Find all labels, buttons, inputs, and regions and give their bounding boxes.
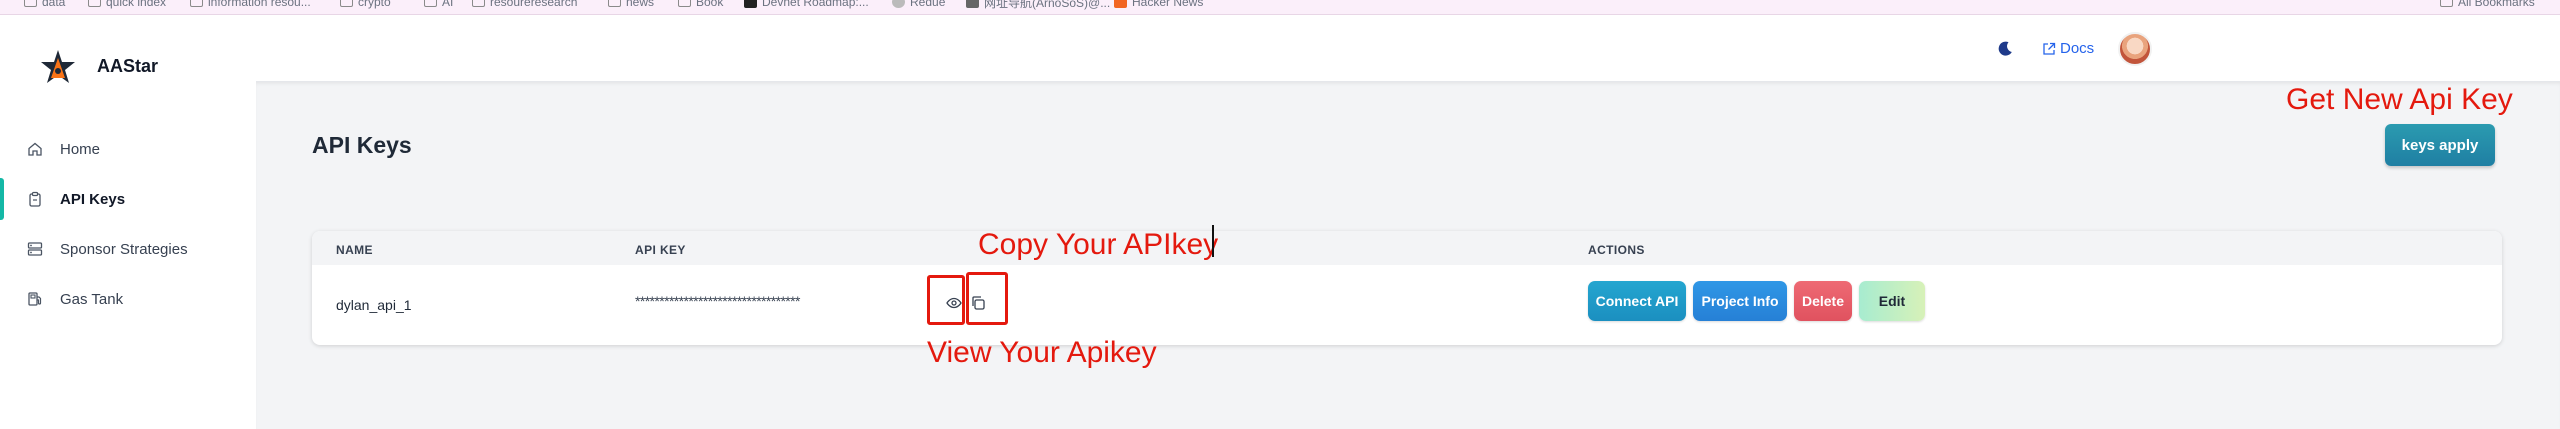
page-title: API Keys — [312, 132, 412, 158]
folder-icon — [88, 0, 101, 7]
bookmark-label: Hacker News — [1132, 0, 1204, 9]
delete-button[interactable]: Delete — [1794, 281, 1852, 321]
bookmark-label: All Bookmarks — [2458, 0, 2535, 9]
docs-link[interactable]: Docs — [2042, 40, 2094, 57]
bookmark-item[interactable]: Hacker News — [1114, 0, 1203, 9]
site-favicon-icon — [744, 0, 757, 8]
bookmark-item[interactable]: 网址导航(ArnoSoS)@... — [966, 0, 1111, 10]
clipboard-icon — [29, 191, 41, 207]
copy-apikey-annotation: Copy Your APIkey — [978, 228, 1219, 261]
site-favicon-icon — [892, 0, 905, 8]
bookmark-item[interactable]: news — [608, 0, 654, 9]
aastar-logo-icon — [41, 50, 75, 83]
top-header — [0, 15, 2560, 81]
sidebar-item-home[interactable]: Home — [0, 126, 256, 172]
brand-name: AAStar — [97, 56, 159, 76]
folder-icon — [472, 0, 485, 7]
bookmark-label: news — [626, 0, 655, 9]
home-icon — [28, 142, 42, 156]
avatar[interactable] — [2118, 32, 2152, 66]
column-header-api-key: API KEY — [635, 243, 686, 257]
bookmark-item[interactable]: data — [24, 0, 65, 9]
bookmark-label: data — [42, 0, 66, 9]
bookmark-item[interactable]: All Bookmarks — [2440, 0, 2535, 9]
moon-icon[interactable] — [1996, 40, 2014, 58]
bookmark-label: information resou... — [208, 0, 311, 9]
bookmark-item[interactable]: Book — [678, 0, 723, 9]
api-key-masked-value: ********************************** — [635, 293, 800, 309]
project-info-button[interactable]: Project Info — [1693, 281, 1787, 321]
folder-icon — [24, 0, 37, 7]
sidebar-item-api-keys[interactable]: API Keys — [0, 176, 256, 222]
site-favicon-icon — [1114, 0, 1127, 8]
copy-key-highlight — [966, 272, 1008, 325]
docs-label: Docs — [2060, 40, 2095, 57]
keys-apply-button[interactable]: keys apply — [2385, 124, 2495, 166]
bookmark-item[interactable]: Devnet Roadmap:... — [744, 0, 869, 9]
bookmark-item[interactable]: crypto — [340, 0, 391, 9]
bookmark-item[interactable]: Redue — [892, 0, 945, 9]
folder-icon — [424, 0, 437, 7]
bookmark-label: Book — [696, 0, 724, 9]
folder-icon — [340, 0, 353, 7]
column-header-actions: ACTIONS — [1588, 243, 1645, 257]
sidebar-item-gas-tank[interactable]: Gas Tank — [0, 276, 256, 322]
text-cursor — [1212, 225, 1214, 257]
edit-button[interactable]: Edit — [1859, 281, 1925, 321]
column-header-name: NAME — [336, 243, 373, 257]
get-new-api-key-annotation: Get New Api Key — [2286, 83, 2513, 116]
sidebar-item-label: Gas Tank — [60, 290, 124, 308]
sidebar-item-label: API Keys — [60, 190, 126, 208]
bookmark-label: quick index — [106, 0, 167, 9]
bookmark-label: 网址导航(ArnoSoS)@... — [984, 0, 1111, 10]
bookmark-label: Devnet Roadmap:... — [762, 0, 869, 9]
bookmark-item[interactable]: resoureresearch — [472, 0, 577, 9]
folder-icon — [190, 0, 203, 7]
bookmarks-bar: data quick index information resou... cr… — [0, 0, 2560, 15]
folder-icon — [608, 0, 621, 7]
folder-icon — [678, 0, 691, 7]
gas-tank-icon — [28, 292, 42, 306]
bookmark-label: AI — [442, 0, 454, 9]
connect-api-button[interactable]: Connect API — [1588, 281, 1686, 321]
bookmark-item[interactable]: information resou... — [190, 0, 311, 9]
bookmark-label: Redue — [910, 0, 946, 9]
api-key-name: dylan_api_1 — [336, 297, 412, 313]
strategy-icon — [27, 242, 43, 256]
bookmark-label: resoureresearch — [490, 0, 578, 9]
folder-icon — [2440, 0, 2453, 7]
bookmark-item[interactable]: quick index — [88, 0, 166, 9]
external-link-icon — [2043, 42, 2056, 55]
view-key-highlight — [927, 275, 965, 325]
bookmark-label: crypto — [358, 0, 391, 9]
api-keys-table: NAME API KEY ACTIONS dylan_api_1 *******… — [312, 231, 2502, 345]
view-apikey-annotation: View Your Apikey — [927, 336, 1157, 369]
site-favicon-icon — [966, 0, 979, 8]
sidebar-item-label: Sponsor Strategies — [60, 240, 188, 258]
sidebar-item-sponsor-strategies[interactable]: Sponsor Strategies — [0, 226, 256, 272]
bookmark-item[interactable]: AI — [424, 0, 453, 9]
sidebar-item-label: Home — [60, 140, 101, 158]
